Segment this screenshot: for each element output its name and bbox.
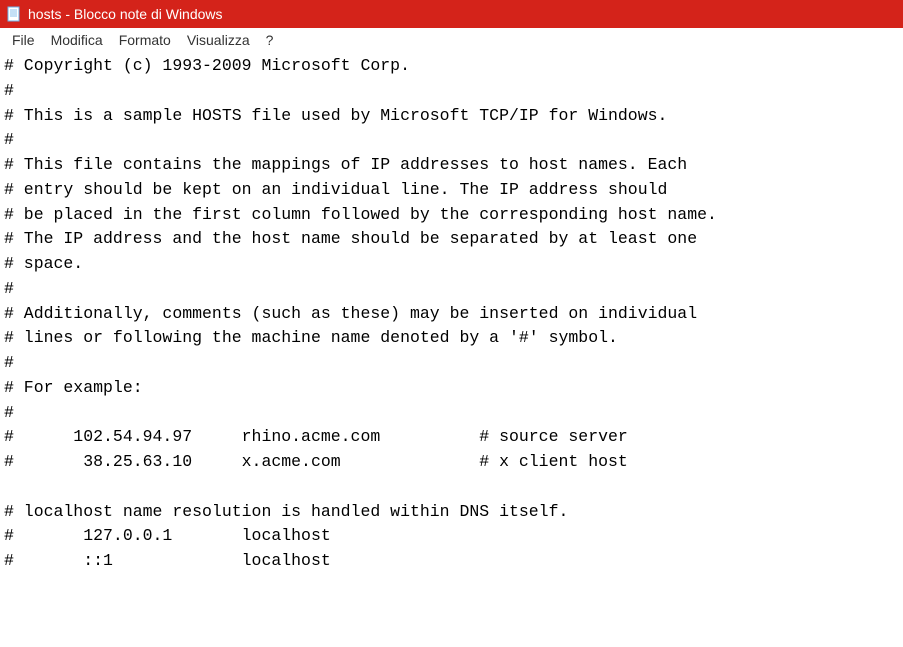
title-bar: hosts - Blocco note di Windows (0, 0, 903, 28)
text-editor[interactable]: # Copyright (c) 1993-2009 Microsoft Corp… (0, 52, 903, 647)
menu-edit[interactable]: Modifica (43, 30, 111, 50)
menu-bar: File Modifica Formato Visualizza ? (0, 28, 903, 52)
notepad-icon (6, 6, 22, 22)
menu-file[interactable]: File (4, 30, 43, 50)
window-title: hosts - Blocco note di Windows (28, 6, 223, 22)
menu-help[interactable]: ? (258, 30, 282, 50)
menu-format[interactable]: Formato (111, 30, 179, 50)
menu-view[interactable]: Visualizza (179, 30, 258, 50)
